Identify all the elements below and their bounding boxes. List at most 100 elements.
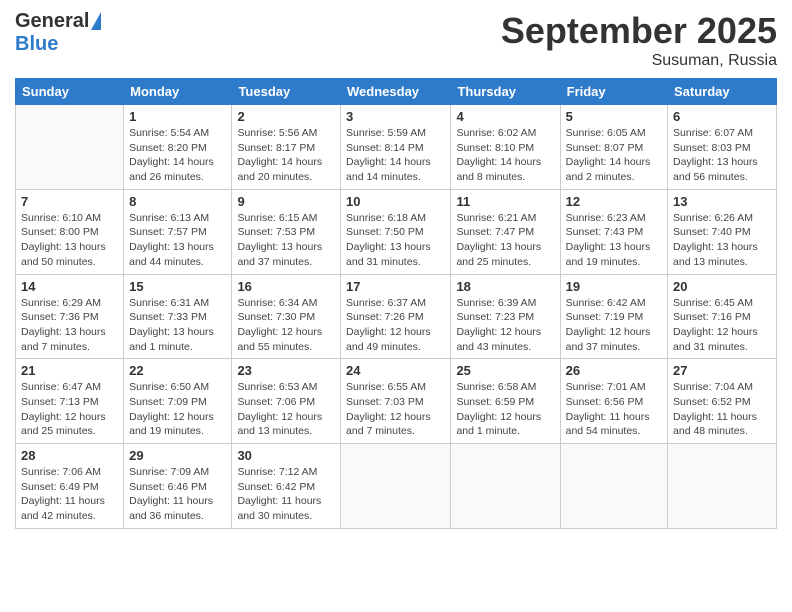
logo-blue-text: Blue (15, 33, 58, 55)
day-number: 10 (346, 194, 445, 209)
day-info: Sunrise: 6:55 AMSunset: 7:03 PMDaylight:… (346, 380, 445, 439)
day-number: 12 (566, 194, 662, 209)
table-row: 15 Sunrise: 6:31 AMSunset: 7:33 PMDayligh… (124, 274, 232, 359)
day-number: 5 (566, 109, 662, 124)
col-wednesday: Wednesday (341, 79, 451, 105)
table-row: 18 Sunrise: 6:39 AMSunset: 7:23 PMDayligh… (451, 274, 560, 359)
day-info: Sunrise: 6:26 AMSunset: 7:40 PMDaylight:… (673, 211, 771, 270)
day-info: Sunrise: 6:37 AMSunset: 7:26 PMDaylight:… (346, 296, 445, 355)
day-info: Sunrise: 6:07 AMSunset: 8:03 PMDaylight:… (673, 126, 771, 185)
logo: General Blue (15, 10, 101, 56)
day-number: 24 (346, 363, 445, 378)
table-row: 12 Sunrise: 6:23 AMSunset: 7:43 PMDayligh… (560, 189, 667, 274)
col-sunday: Sunday (16, 79, 124, 105)
day-info: Sunrise: 6:45 AMSunset: 7:16 PMDaylight:… (673, 296, 771, 355)
day-info: Sunrise: 6:53 AMSunset: 7:06 PMDaylight:… (237, 380, 335, 439)
day-number: 3 (346, 109, 445, 124)
table-row: 16 Sunrise: 6:34 AMSunset: 7:30 PMDayligh… (232, 274, 341, 359)
day-info: Sunrise: 6:47 AMSunset: 7:13 PMDaylight:… (21, 380, 118, 439)
day-info: Sunrise: 6:21 AMSunset: 7:47 PMDaylight:… (456, 211, 554, 270)
table-row: 21Sunrise: 6:47 AMSunset: 7:13 PMDayligh… (16, 359, 124, 444)
table-row: 2 Sunrise: 5:56 AMSunset: 8:17 PMDaylight… (232, 105, 341, 190)
day-info: Sunrise: 5:59 AMSunset: 8:14 PMDaylight:… (346, 126, 445, 185)
col-friday: Friday (560, 79, 667, 105)
day-number: 13 (673, 194, 771, 209)
day-number: 30 (237, 448, 335, 463)
col-monday: Monday (124, 79, 232, 105)
table-row: 5 Sunrise: 6:05 AMSunset: 8:07 PMDaylight… (560, 105, 667, 190)
col-tuesday: Tuesday (232, 79, 341, 105)
table-row (560, 444, 667, 529)
day-number: 1 (129, 109, 226, 124)
table-row (341, 444, 451, 529)
day-number: 7 (21, 194, 118, 209)
day-number: 16 (237, 279, 335, 294)
day-info: Sunrise: 6:23 AMSunset: 7:43 PMDaylight:… (566, 211, 662, 270)
day-number: 28 (21, 448, 118, 463)
logo-triangle-icon (91, 12, 101, 30)
day-number: 29 (129, 448, 226, 463)
day-info: Sunrise: 6:13 AMSunset: 7:57 PMDaylight:… (129, 211, 226, 270)
table-row: 24 Sunrise: 6:55 AMSunset: 7:03 PMDayligh… (341, 359, 451, 444)
day-number: 9 (237, 194, 335, 209)
col-thursday: Thursday (451, 79, 560, 105)
day-number: 25 (456, 363, 554, 378)
col-saturday: Saturday (668, 79, 777, 105)
day-info: Sunrise: 7:01 AMSunset: 6:56 PMDaylight:… (566, 380, 662, 439)
day-info: Sunrise: 7:06 AMSunset: 6:49 PMDaylight:… (21, 465, 118, 524)
day-info: Sunrise: 6:34 AMSunset: 7:30 PMDaylight:… (237, 296, 335, 355)
day-info: Sunrise: 7:04 AMSunset: 6:52 PMDaylight:… (673, 380, 771, 439)
table-row: 28 Sunrise: 7:06 AMSunset: 6:49 PMDayligh… (16, 444, 124, 529)
day-info: Sunrise: 6:39 AMSunset: 7:23 PMDaylight:… (456, 296, 554, 355)
day-info: Sunrise: 6:29 AMSunset: 7:36 PMDaylight:… (21, 296, 118, 355)
day-info: Sunrise: 6:15 AMSunset: 7:53 PMDaylight:… (237, 211, 335, 270)
table-row (451, 444, 560, 529)
table-row: 26 Sunrise: 7:01 AMSunset: 6:56 PMDayligh… (560, 359, 667, 444)
table-row: 1 Sunrise: 5:54 AMSunset: 8:20 PMDaylight… (124, 105, 232, 190)
table-row: 9 Sunrise: 6:15 AMSunset: 7:53 PMDaylight… (232, 189, 341, 274)
month-title: September 2025 (501, 10, 777, 52)
day-number: 8 (129, 194, 226, 209)
title-section: September 2025 Susuman, Russia (501, 10, 777, 70)
table-row: 30 Sunrise: 7:12 AMSunset: 6:42 PMDayligh… (232, 444, 341, 529)
logo-general-text: General (15, 10, 89, 33)
day-info: Sunrise: 6:58 AMSunset: 6:59 PMDaylight:… (456, 380, 554, 439)
day-number: 18 (456, 279, 554, 294)
table-row: 3 Sunrise: 5:59 AMSunset: 8:14 PMDaylight… (341, 105, 451, 190)
table-row: 10 Sunrise: 6:18 AMSunset: 7:50 PMDayligh… (341, 189, 451, 274)
day-number: 2 (237, 109, 335, 124)
day-info: Sunrise: 5:54 AMSunset: 8:20 PMDaylight:… (129, 126, 226, 185)
day-number: 26 (566, 363, 662, 378)
day-number: 6 (673, 109, 771, 124)
day-info: Sunrise: 7:12 AMSunset: 6:42 PMDaylight:… (237, 465, 335, 524)
day-info: Sunrise: 6:05 AMSunset: 8:07 PMDaylight:… (566, 126, 662, 185)
day-info: Sunrise: 6:18 AMSunset: 7:50 PMDaylight:… (346, 211, 445, 270)
calendar-header-row: Sunday Monday Tuesday Wednesday Thursday… (16, 79, 777, 105)
day-info: Sunrise: 6:31 AMSunset: 7:33 PMDaylight:… (129, 296, 226, 355)
day-number: 20 (673, 279, 771, 294)
day-number: 11 (456, 194, 554, 209)
day-number: 23 (237, 363, 335, 378)
day-info: Sunrise: 6:42 AMSunset: 7:19 PMDaylight:… (566, 296, 662, 355)
day-info: Sunrise: 6:02 AMSunset: 8:10 PMDaylight:… (456, 126, 554, 185)
table-row (16, 105, 124, 190)
day-number: 15 (129, 279, 226, 294)
day-info: Sunrise: 6:50 AMSunset: 7:09 PMDaylight:… (129, 380, 226, 439)
table-row: 17 Sunrise: 6:37 AMSunset: 7:26 PMDayligh… (341, 274, 451, 359)
table-row: 29 Sunrise: 7:09 AMSunset: 6:46 PMDayligh… (124, 444, 232, 529)
day-number: 17 (346, 279, 445, 294)
table-row: 4Sunrise: 6:02 AMSunset: 8:10 PMDaylight… (451, 105, 560, 190)
day-info: Sunrise: 7:09 AMSunset: 6:46 PMDaylight:… (129, 465, 226, 524)
table-row: 23 Sunrise: 6:53 AMSunset: 7:06 PMDayligh… (232, 359, 341, 444)
table-row: 20 Sunrise: 6:45 AMSunset: 7:16 PMDayligh… (668, 274, 777, 359)
calendar-table: Sunday Monday Tuesday Wednesday Thursday… (15, 78, 777, 529)
day-number: 19 (566, 279, 662, 294)
table-row: 27 Sunrise: 7:04 AMSunset: 6:52 PMDayligh… (668, 359, 777, 444)
day-number: 22 (129, 363, 226, 378)
day-info: Sunrise: 5:56 AMSunset: 8:17 PMDaylight:… (237, 126, 335, 185)
table-row: 13 Sunrise: 6:26 AMSunset: 7:40 PMDayligh… (668, 189, 777, 274)
day-number: 27 (673, 363, 771, 378)
table-row (668, 444, 777, 529)
table-row: 14Sunrise: 6:29 AMSunset: 7:36 PMDayligh… (16, 274, 124, 359)
location-subtitle: Susuman, Russia (501, 52, 777, 70)
